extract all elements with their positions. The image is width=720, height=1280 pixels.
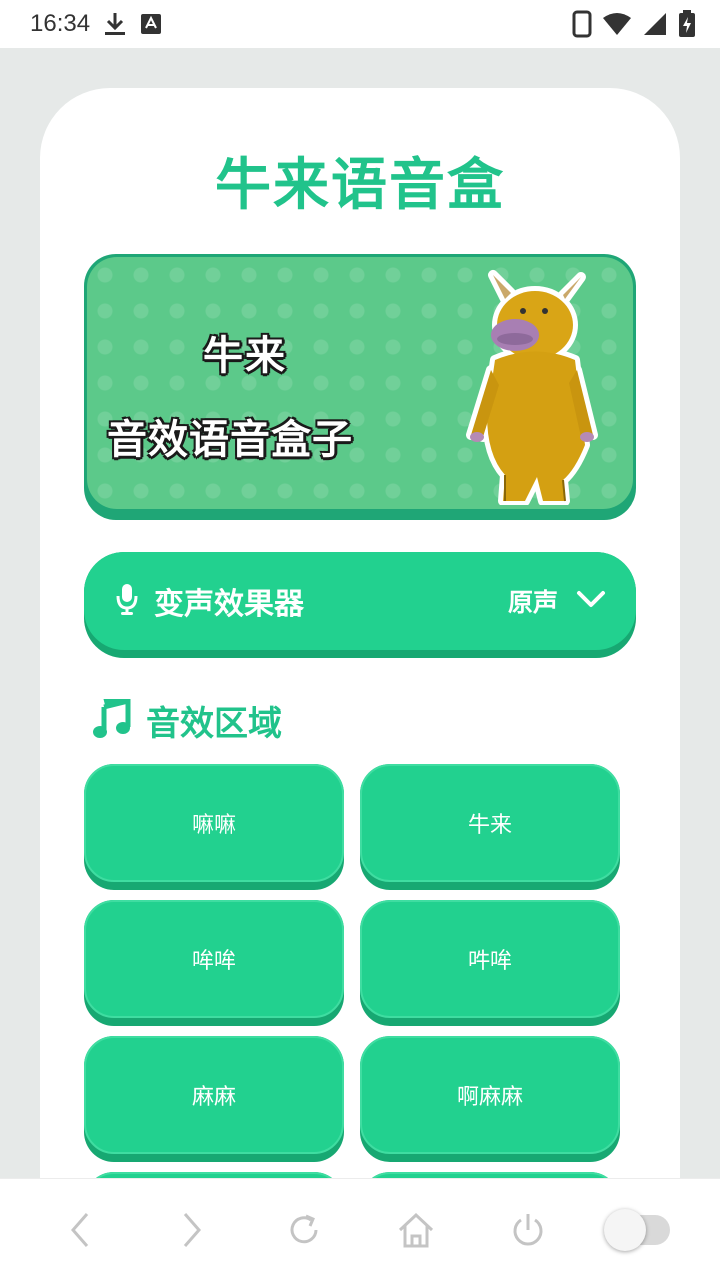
toggle-knob: [604, 1208, 646, 1251]
keyboard-a-icon: [140, 13, 162, 35]
back-icon: [71, 1212, 89, 1247]
sound-button-label: 哞哞: [84, 900, 344, 1018]
bottom-nav: [0, 1178, 720, 1280]
battery-charging-icon: [678, 10, 696, 38]
sound-button[interactable]: 哞哞: [84, 900, 344, 1026]
music-note-icon: [92, 690, 132, 743]
sound-button-label: 啊麻麻: [360, 1036, 620, 1154]
voice-changer-value: 原声: [507, 588, 558, 617]
sound-button[interactable]: 啊麻麻: [360, 1036, 620, 1162]
banner: 牛来 音效语音盒子: [84, 254, 636, 520]
section-title: 音效区域: [146, 704, 282, 744]
home-button[interactable]: [386, 1200, 446, 1260]
sound-button[interactable]: 牛来: [360, 764, 620, 890]
download-icon: [104, 11, 126, 37]
sounds-section-header: 音效区域: [92, 690, 282, 745]
sound-button[interactable]: 麻麻: [84, 1036, 344, 1162]
back-button[interactable]: [50, 1200, 110, 1260]
banner-subtitle: 音效语音盒子: [107, 417, 353, 463]
toggle-switch[interactable]: [604, 1200, 670, 1260]
toggle-track: [604, 1208, 670, 1251]
wifi-icon: [602, 12, 632, 36]
phone-icon: [572, 10, 592, 38]
sound-button[interactable]: 嘛嘛: [84, 764, 344, 890]
status-time: 16:34: [30, 10, 91, 37]
home-icon: [398, 1212, 434, 1247]
sound-button-label: 麻麻: [84, 1036, 344, 1154]
refresh-icon: [290, 1214, 318, 1243]
banner-title: 牛来: [203, 333, 287, 379]
voice-changer-face[interactable]: 变声效果器 原声: [84, 552, 636, 650]
bull-mascot-image: [465, 265, 605, 509]
sound-button[interactable]: 吽哞: [360, 900, 620, 1026]
refresh-button[interactable]: [274, 1200, 334, 1260]
sound-button-label: 吽哞: [360, 900, 620, 1018]
chevron-down-icon: [576, 589, 606, 613]
signal-icon: [642, 12, 668, 36]
power-button[interactable]: [498, 1200, 558, 1260]
sound-button-label: 嘛嘛: [84, 764, 344, 882]
status-bar: 16:34: [0, 0, 720, 48]
power-icon: [513, 1213, 543, 1245]
banner-background: 牛来 音效语音盒子: [87, 257, 633, 509]
microphone-icon: [114, 582, 140, 620]
voice-changer-dropdown[interactable]: 变声效果器 原声: [84, 552, 636, 658]
forward-icon: [183, 1212, 201, 1247]
sound-button-label: 牛来: [360, 764, 620, 882]
forward-button[interactable]: [162, 1200, 222, 1260]
voice-changer-label: 变声效果器: [154, 587, 304, 622]
page-title: 牛来语音盒: [215, 153, 505, 218]
